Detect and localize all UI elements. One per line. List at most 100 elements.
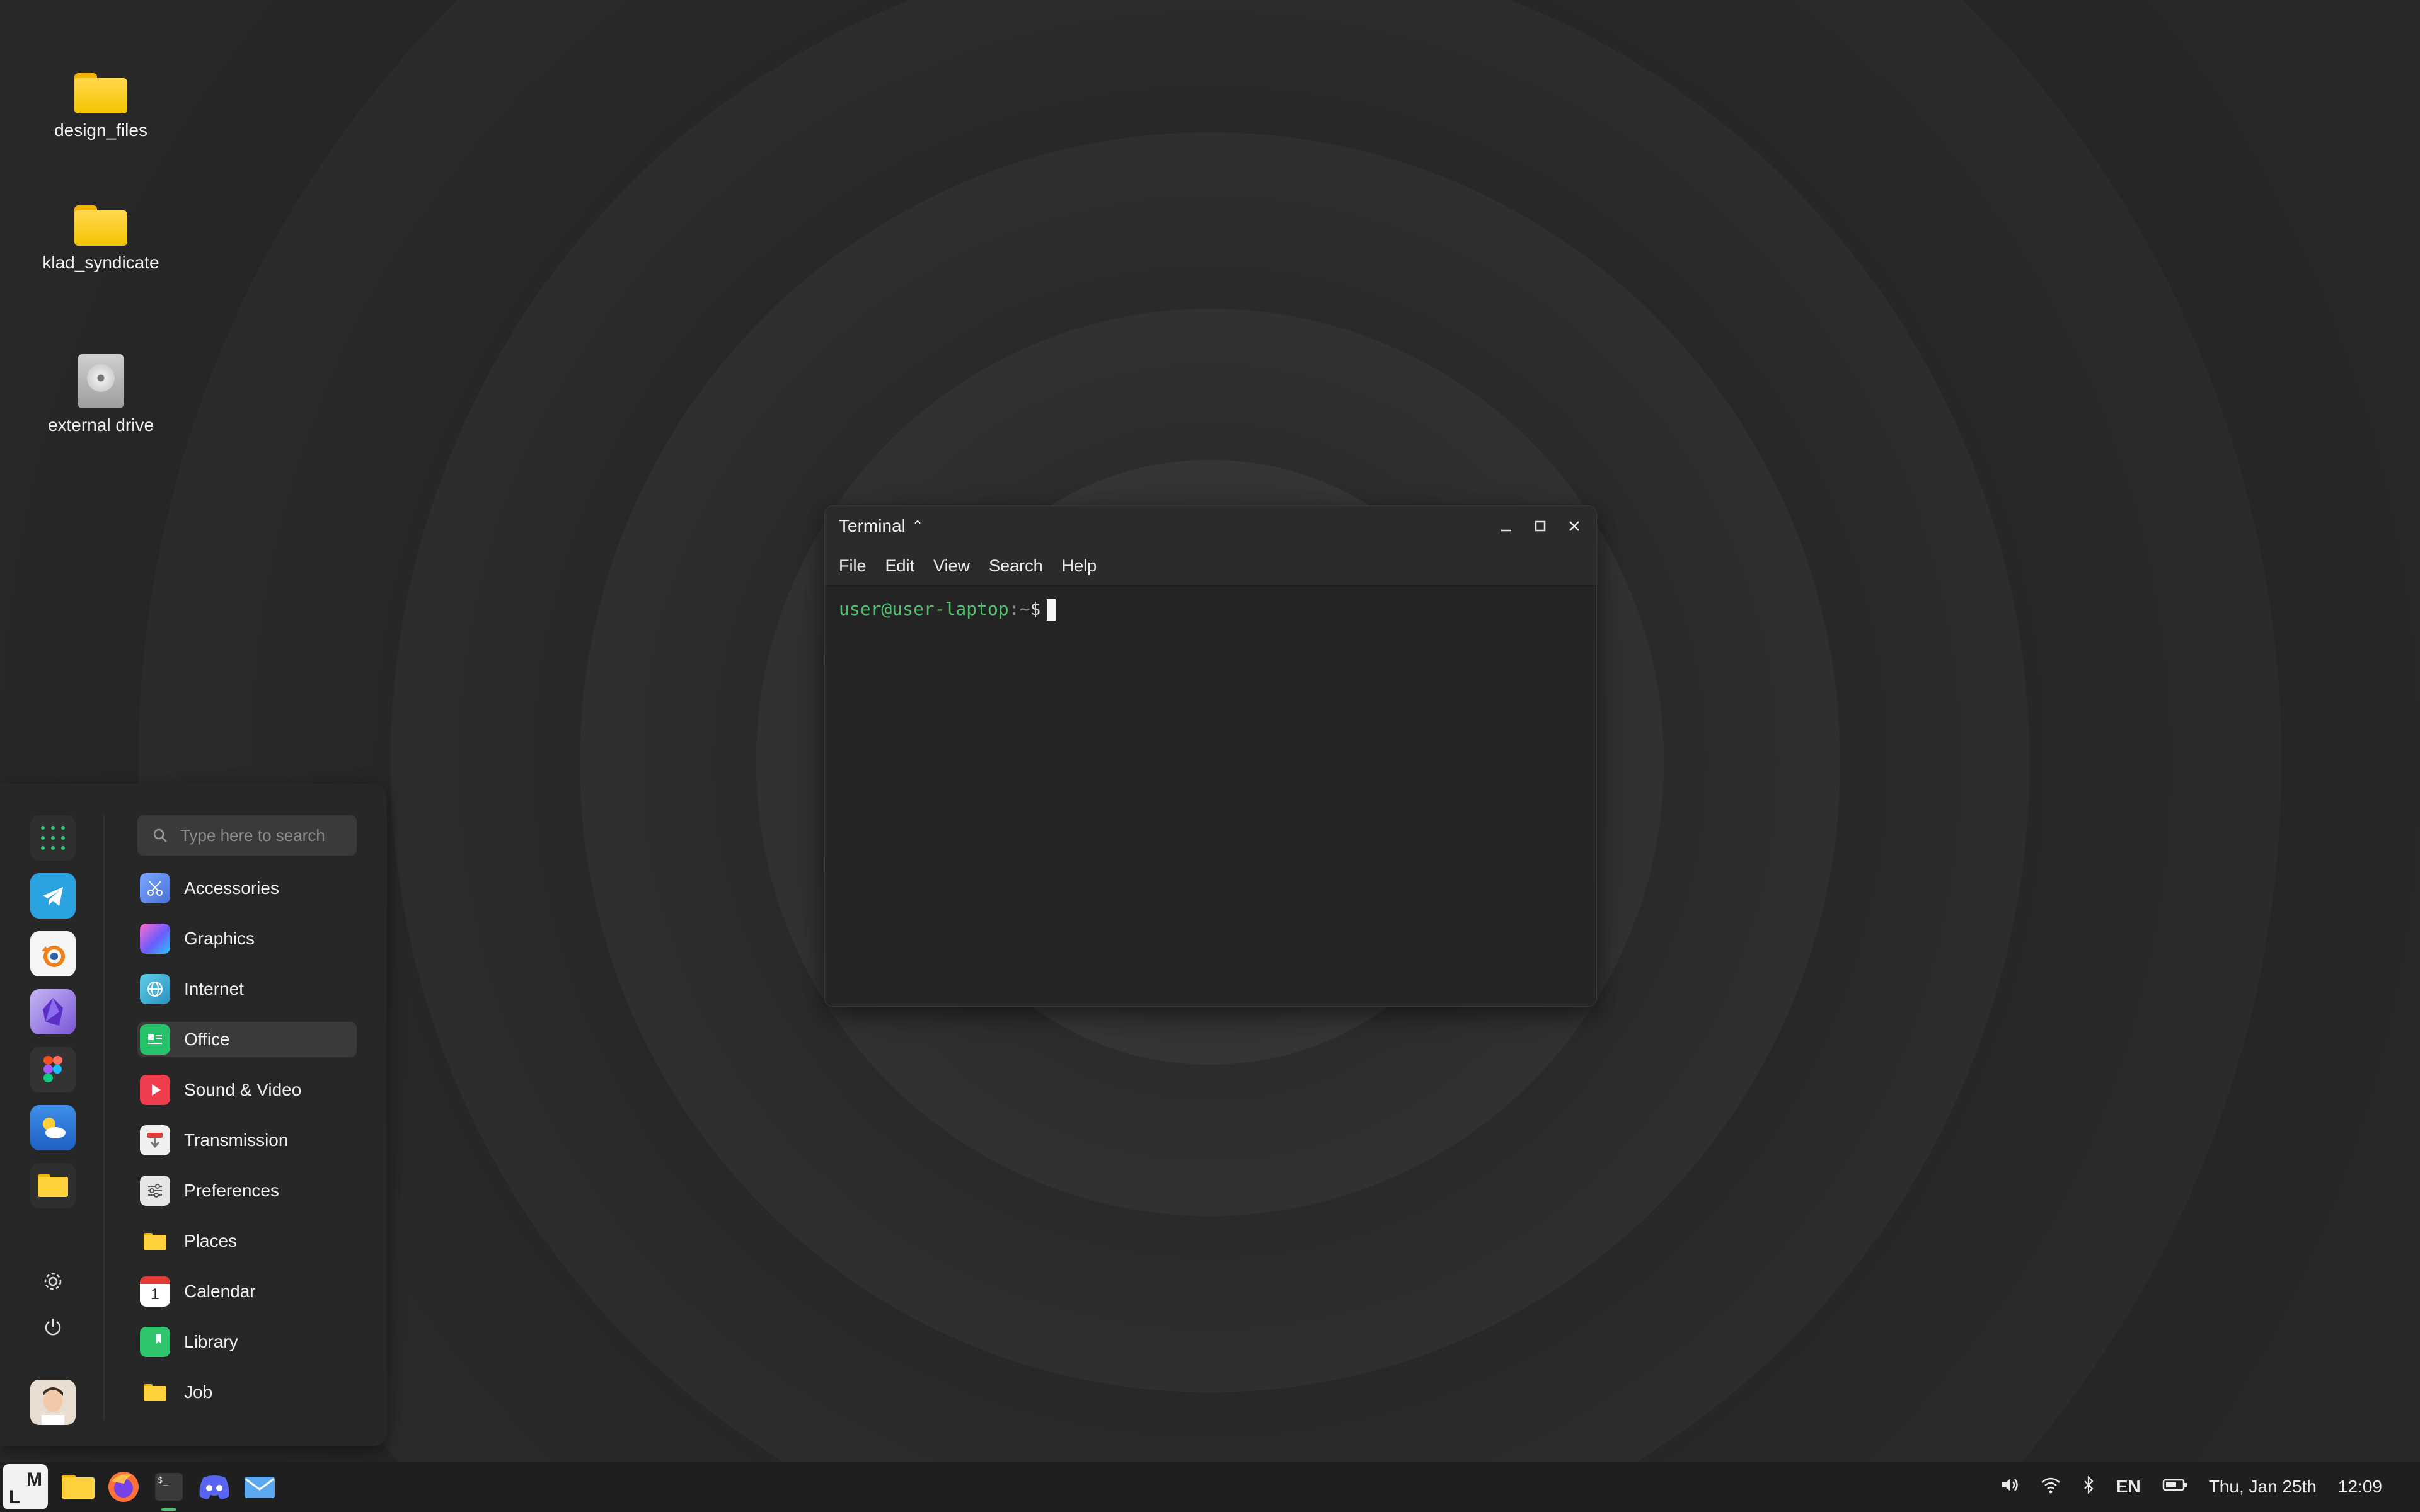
category-sound-video[interactable]: Sound & Video: [137, 1072, 357, 1108]
category-graphics[interactable]: Graphics: [137, 921, 357, 956]
taskbar-firefox[interactable]: [103, 1467, 144, 1507]
desktop-icon-klad-syndicate[interactable]: klad_syndicate: [38, 205, 164, 273]
bluetooth-icon[interactable]: [2082, 1475, 2095, 1498]
search-icon: [153, 828, 168, 843]
menu-divider: [103, 815, 105, 1420]
taskbar-discord[interactable]: [194, 1467, 234, 1507]
category-label: Transmission: [184, 1130, 289, 1150]
desktop-icon-label: klad_syndicate: [42, 253, 159, 272]
language-indicator[interactable]: EN: [2116, 1477, 2141, 1497]
app-search[interactable]: [137, 815, 357, 856]
menu-file[interactable]: File: [839, 556, 867, 576]
download-icon: [140, 1125, 170, 1155]
settings-button[interactable]: [30, 1264, 76, 1299]
wifi-icon[interactable]: [2041, 1476, 2061, 1498]
app-grid-icon: [41, 826, 65, 850]
taskbar-files[interactable]: [58, 1467, 98, 1507]
bookmark-icon: [140, 1327, 170, 1357]
figma-icon: [43, 1056, 62, 1082]
volume-icon[interactable]: [2000, 1476, 2019, 1498]
minimize-icon: [1501, 529, 1511, 532]
folder-icon: [140, 1226, 170, 1256]
search-input[interactable]: [179, 825, 339, 846]
gradient-icon: [140, 924, 170, 954]
globe-icon: [140, 974, 170, 1004]
time-display[interactable]: 12:09: [2338, 1477, 2382, 1497]
maximize-button[interactable]: [1532, 518, 1548, 534]
category-internet[interactable]: Internet: [137, 971, 357, 1007]
power-button[interactable]: [30, 1309, 76, 1344]
maximize-icon: [1535, 520, 1546, 532]
terminal-menubar: File Edit View Search Help: [825, 546, 1596, 586]
desktop-icon-design-files[interactable]: design_files: [38, 73, 164, 141]
category-job[interactable]: Job: [137, 1375, 357, 1410]
terminal-title[interactable]: Terminal ⌃: [839, 516, 923, 536]
category-accessories[interactable]: Accessories: [137, 871, 357, 906]
calendar-icon: 1: [140, 1276, 170, 1307]
category-office[interactable]: Office: [137, 1022, 357, 1057]
favorites-column: [25, 815, 81, 1438]
category-label: Job: [184, 1382, 213, 1402]
terminal-icon: $_: [155, 1473, 183, 1501]
launcher-logo-icon: ML: [9, 1469, 42, 1507]
category-label: Internet: [184, 979, 244, 999]
category-label: Places: [184, 1231, 238, 1251]
taskbar-mail[interactable]: [239, 1467, 280, 1507]
category-library[interactable]: Library: [137, 1324, 357, 1360]
desktop-icon-external-drive[interactable]: external drive: [38, 354, 164, 436]
category-preferences[interactable]: Preferences: [137, 1173, 357, 1208]
document-icon: [140, 1024, 170, 1055]
minimize-button[interactable]: [1498, 518, 1514, 534]
category-places[interactable]: Places: [137, 1223, 357, 1259]
chevron-up-icon: ⌃: [911, 518, 924, 534]
category-label: Library: [184, 1332, 238, 1351]
blender-app[interactable]: [30, 931, 76, 976]
menu-edit[interactable]: Edit: [885, 556, 915, 576]
folder-icon: [62, 1475, 95, 1499]
active-app-indicator: [161, 1508, 176, 1511]
obsidian-app[interactable]: [30, 989, 76, 1034]
close-button[interactable]: [1566, 518, 1582, 534]
folder-icon: [38, 1174, 68, 1197]
drive-icon: [78, 354, 124, 408]
scissors-icon: [140, 873, 170, 903]
telegram-app[interactable]: [30, 873, 76, 919]
svg-text:L: L: [9, 1487, 20, 1507]
desktop-icon-label: design_files: [54, 120, 147, 140]
prompt-symbol: $: [1030, 598, 1041, 619]
mail-icon: [245, 1477, 275, 1498]
files-app[interactable]: [30, 1163, 76, 1208]
avatar: [30, 1380, 76, 1425]
telegram-icon: [43, 887, 63, 906]
play-icon: [140, 1075, 170, 1105]
calendar-day: 1: [151, 1286, 159, 1303]
battery-icon[interactable]: [2162, 1477, 2187, 1497]
date-display[interactable]: Thu, Jan 25th: [2209, 1477, 2317, 1497]
taskbar-terminal[interactable]: $_: [149, 1467, 189, 1511]
category-label: Sound & Video: [184, 1080, 302, 1099]
menu-help[interactable]: Help: [1062, 556, 1097, 576]
firefox-icon: [108, 1472, 139, 1502]
window-title: Terminal: [839, 516, 906, 536]
sliders-icon: [140, 1176, 170, 1206]
category-label: Office: [184, 1029, 230, 1049]
all-apps-button[interactable]: [30, 815, 76, 861]
desktop-icon-label: external drive: [47, 415, 154, 435]
figma-app[interactable]: [30, 1047, 76, 1092]
category-label: Preferences: [184, 1181, 279, 1200]
weather-app[interactable]: [30, 1105, 76, 1150]
category-label: Accessories: [184, 878, 279, 898]
menu-view[interactable]: View: [933, 556, 970, 576]
terminal-titlebar[interactable]: Terminal ⌃: [825, 506, 1596, 546]
terminal-content[interactable]: user@user-laptop:~$: [825, 586, 1596, 633]
category-calendar[interactable]: 1 Calendar: [137, 1274, 357, 1309]
category-transmission[interactable]: Transmission: [137, 1123, 357, 1158]
obsidian-icon: [43, 998, 63, 1026]
text-cursor: [1047, 599, 1056, 621]
user-avatar[interactable]: [30, 1380, 76, 1425]
system-tray: EN Thu, Jan 25th 12:09: [2000, 1475, 2420, 1498]
terminal-window[interactable]: Terminal ⌃ File Edit View Search Help us…: [824, 505, 1597, 1007]
start-menu-button[interactable]: ML: [3, 1464, 48, 1509]
menu-search[interactable]: Search: [989, 556, 1043, 576]
weather-icon: [43, 1118, 66, 1138]
